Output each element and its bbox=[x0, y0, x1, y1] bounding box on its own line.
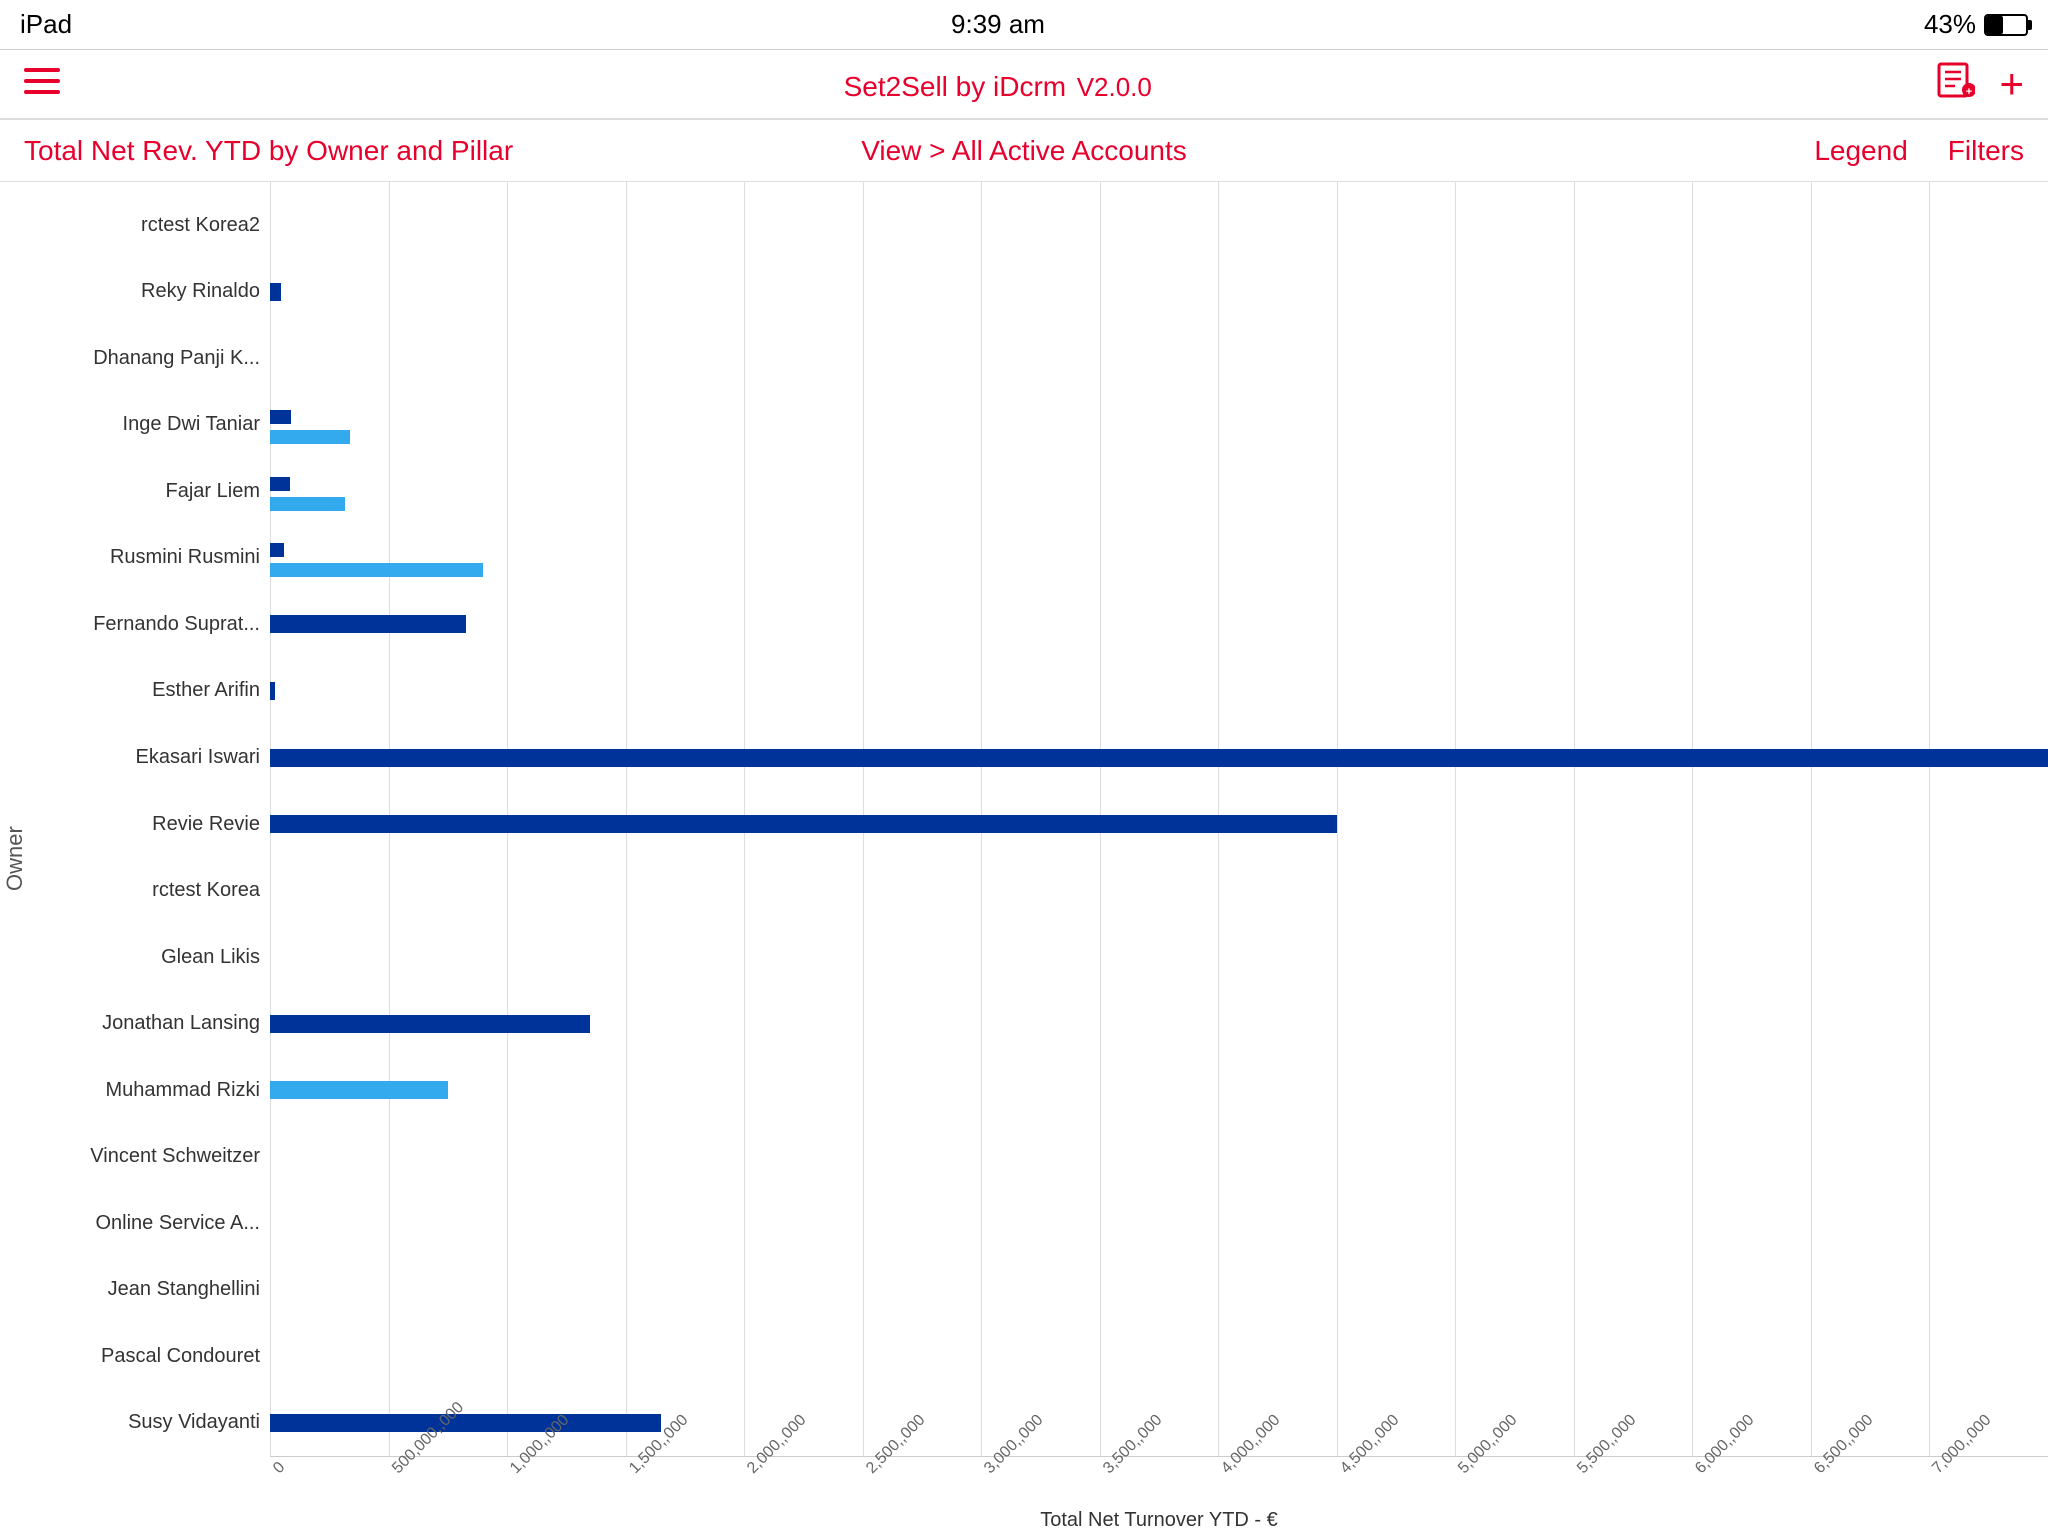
owner-label: Revie Revie bbox=[30, 791, 270, 858]
owner-label: rctest Korea2 bbox=[30, 192, 270, 259]
bar-dark bbox=[270, 815, 1337, 833]
owner-label: Pascal Condouret bbox=[30, 1323, 270, 1390]
chart-title: Total Net Rev. YTD by Owner and Pillar bbox=[24, 135, 691, 167]
owner-label: Ekasari Iswari bbox=[30, 724, 270, 791]
bar-row bbox=[270, 458, 2048, 525]
bar-row bbox=[270, 990, 2048, 1057]
reports-button[interactable]: + bbox=[1935, 62, 1975, 107]
bar-row bbox=[270, 259, 2048, 326]
sub-header: Total Net Rev. YTD by Owner and Pillar V… bbox=[0, 120, 2048, 182]
bar-light bbox=[270, 563, 483, 577]
bars-section bbox=[270, 182, 2048, 1456]
status-bar: iPad 9:39 am 43% bbox=[0, 0, 2048, 50]
owner-label: Susy Vidayanti bbox=[30, 1390, 270, 1457]
y-axis-label: Owner bbox=[0, 182, 30, 1536]
bar-light bbox=[270, 430, 350, 444]
owner-label: Muhammad Rizki bbox=[30, 1057, 270, 1124]
owner-label: rctest Korea bbox=[30, 857, 270, 924]
bar-dark bbox=[270, 615, 466, 633]
menu-icon bbox=[24, 66, 60, 96]
owner-label: Dhanang Panji K... bbox=[30, 325, 270, 392]
bar-tiny bbox=[270, 682, 275, 700]
bar-dark bbox=[270, 749, 2048, 767]
bar-row bbox=[270, 924, 2048, 991]
x-axis-title: Total Net Turnover YTD - € bbox=[1040, 1509, 1278, 1532]
battery-percentage: 43% bbox=[1924, 9, 1976, 40]
bar-row bbox=[270, 1190, 2048, 1257]
bar-row bbox=[270, 525, 2048, 592]
owner-labels: rctest Korea2Reky RinaldoDhanang Panji K… bbox=[30, 182, 270, 1536]
bar-row bbox=[270, 1057, 2048, 1124]
owner-label: Online Service A... bbox=[30, 1190, 270, 1257]
battery-indicator: 43% bbox=[1924, 9, 2028, 40]
owner-label: Vincent Schweitzer bbox=[30, 1123, 270, 1190]
bar-row bbox=[270, 658, 2048, 725]
view-label[interactable]: View > All Active Accounts bbox=[691, 135, 1358, 167]
legend-button[interactable]: Legend bbox=[1814, 135, 1907, 167]
owner-label: Esther Arifin bbox=[30, 658, 270, 725]
app-header: Set2Sell by iDcrm V2.0.0 + + bbox=[0, 50, 2048, 120]
bar-row bbox=[270, 1257, 2048, 1324]
svg-text:+: + bbox=[1966, 86, 1972, 98]
sub-header-actions: Legend Filters bbox=[1357, 135, 2024, 167]
bar-row bbox=[270, 857, 2048, 924]
bar-dark bbox=[270, 477, 290, 491]
header-icons: + + bbox=[1935, 60, 2024, 108]
device-name: iPad bbox=[20, 9, 72, 40]
time: 9:39 am bbox=[951, 9, 1045, 40]
owner-label: Fajar Liem bbox=[30, 458, 270, 525]
bar-dark bbox=[270, 1015, 590, 1033]
app-title: Set2Sell by iDcrm V2.0.0 bbox=[60, 63, 1935, 106]
bar-row bbox=[270, 1123, 2048, 1190]
x-axis-section: 0500,000,,0001,000,,0001,500,,0002,000,,… bbox=[270, 1456, 2048, 1536]
add-button[interactable]: + bbox=[1999, 60, 2024, 108]
bar-dark bbox=[270, 543, 284, 557]
owner-label: Glean Likis bbox=[30, 924, 270, 991]
bar-light bbox=[270, 497, 345, 511]
bar-row bbox=[270, 392, 2048, 459]
bar-row bbox=[270, 724, 2048, 791]
filters-button[interactable]: Filters bbox=[1948, 135, 2024, 167]
owner-label: Reky Rinaldo bbox=[30, 259, 270, 326]
bar-dark bbox=[270, 1414, 661, 1432]
bar-dark bbox=[270, 410, 291, 424]
owner-label: Jean Stanghellini bbox=[30, 1257, 270, 1324]
x-axis-label: 0 bbox=[270, 1459, 289, 1478]
bar-row bbox=[270, 1323, 2048, 1390]
owner-label: Fernando Suprat... bbox=[30, 591, 270, 658]
bar-row bbox=[270, 192, 2048, 259]
menu-button[interactable] bbox=[24, 63, 60, 105]
chart-area: 0500,000,,0001,000,,0001,500,,0002,000,,… bbox=[270, 182, 2048, 1536]
owner-label: Jonathan Lansing bbox=[30, 990, 270, 1057]
owner-label: Rusmini Rusmini bbox=[30, 525, 270, 592]
bars-wrapper bbox=[270, 192, 2048, 1456]
bar-row bbox=[270, 325, 2048, 392]
chart-container: Owner rctest Korea2Reky RinaldoDhanang P… bbox=[0, 182, 2048, 1536]
bar-row bbox=[270, 591, 2048, 658]
bar-row bbox=[270, 791, 2048, 858]
bar-light bbox=[270, 1081, 448, 1099]
owner-label: Inge Dwi Taniar bbox=[30, 392, 270, 459]
battery-icon bbox=[1984, 14, 2028, 36]
bar-dark bbox=[270, 283, 281, 301]
reports-icon: + bbox=[1935, 62, 1975, 98]
